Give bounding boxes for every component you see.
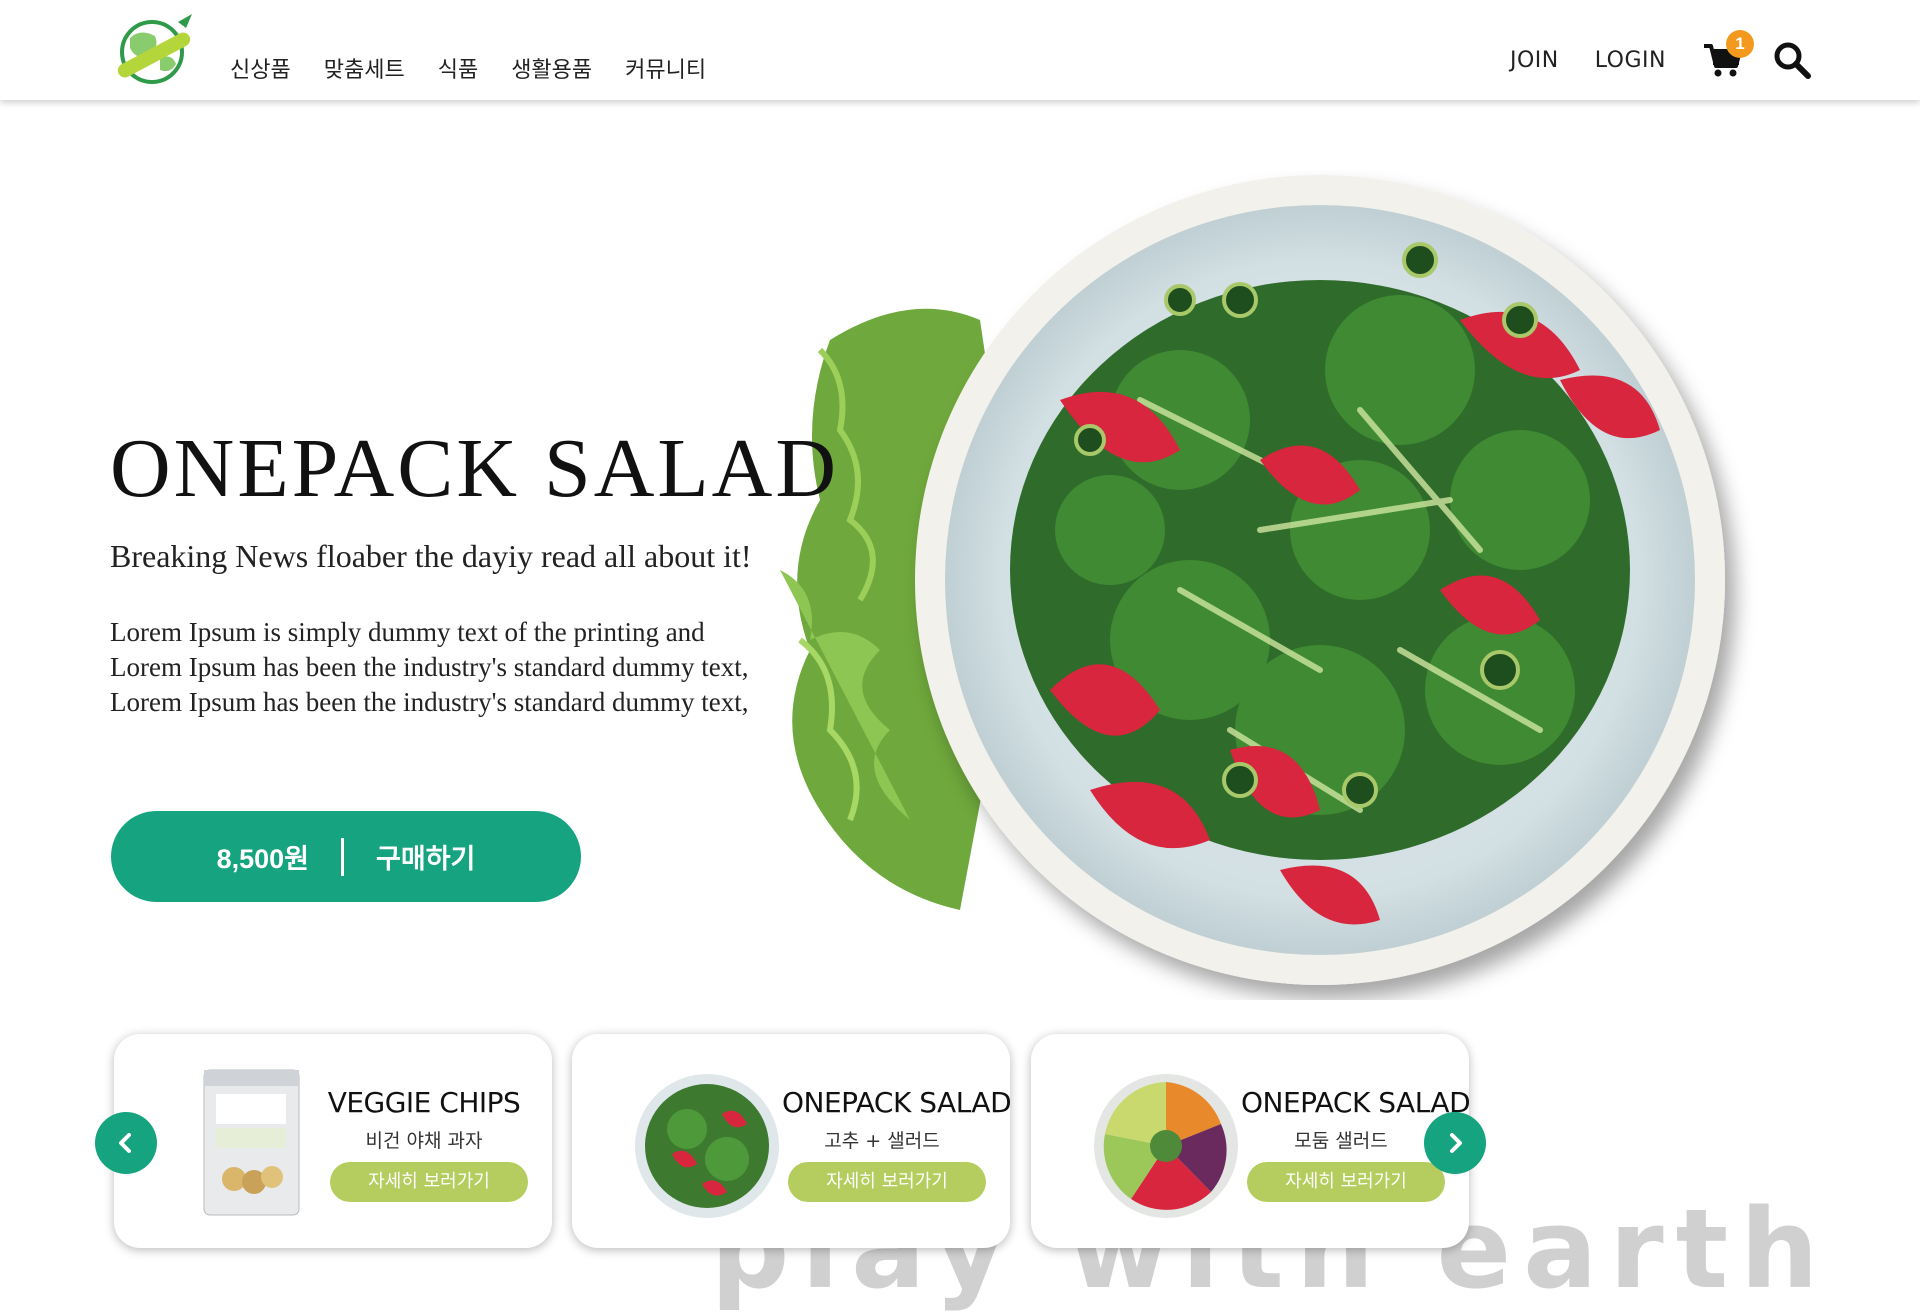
product-card-veggie-chips[interactable]: VEGGIE CHIPS 비건 야채 과자 자세히 보러가기	[114, 1034, 552, 1248]
card-title: ONEPACK SALAD	[782, 1086, 1010, 1119]
brand-logo[interactable]	[100, 8, 210, 88]
carousel-next-button[interactable]	[1424, 1112, 1486, 1174]
nav-custom-set[interactable]: 맞춤세트	[324, 52, 405, 84]
button-divider	[341, 837, 345, 876]
buy-button[interactable]: 8,500원 구매하기	[111, 811, 581, 902]
detail-button[interactable]: 자세히 보러가기	[1247, 1162, 1445, 1202]
hero-subtitle: Breaking News floaber the dayiy read all…	[110, 538, 752, 574]
card-subtitle: 모둠 샐러드	[1294, 1130, 1388, 1152]
nav-living[interactable]: 생활용품	[511, 52, 592, 84]
price-label: 8,500원	[216, 844, 310, 874]
nav-food[interactable]: 식품	[438, 52, 478, 84]
buy-label: 구매하기	[376, 844, 476, 874]
header-utilities: JOIN LOGIN 1	[1510, 30, 1812, 80]
chevron-left-icon	[119, 1133, 131, 1153]
card-subtitle: 고추 + 샐러드	[824, 1130, 940, 1152]
pepper-salad-image	[635, 1074, 779, 1218]
chevron-right-icon	[1450, 1133, 1462, 1153]
detail-button[interactable]: 자세히 보러가기	[788, 1162, 986, 1202]
search-icon[interactable]	[1772, 40, 1812, 80]
mixed-salad-image	[1094, 1074, 1238, 1218]
join-link[interactable]: JOIN	[1510, 48, 1559, 73]
veggie-chips-bag-image	[203, 1069, 300, 1216]
detail-button[interactable]: 자세히 보러가기	[330, 1162, 528, 1202]
card-title: ONEPACK SALAD	[1241, 1086, 1469, 1119]
carousel-prev-button[interactable]	[95, 1112, 157, 1174]
salad-plate-image	[780, 175, 1725, 985]
nav-community[interactable]: 커뮤니티	[625, 52, 706, 84]
hero-description: Lorem Ipsum is simply dummy text of the …	[110, 617, 749, 717]
cart-button[interactable]: 1	[1702, 30, 1754, 78]
login-link[interactable]: LOGIN	[1595, 48, 1666, 73]
nav-new-products[interactable]: 신상품	[230, 52, 291, 84]
product-card-onepack-salad-mixed[interactable]: ONEPACK SALAD 모둠 샐러드 자세히 보러가기	[1031, 1034, 1469, 1248]
card-subtitle: 비건 야채 과자	[365, 1130, 483, 1152]
product-card-onepack-salad-pepper[interactable]: ONEPACK SALAD 고추 + 샐러드 자세히 보러가기	[572, 1034, 1010, 1248]
main-nav: 신상품 맞춤세트 식품 생활용품 커뮤니티	[230, 52, 706, 84]
cart-count-badge: 1	[1726, 30, 1754, 58]
site-header: 신상품 맞춤세트 식품 생활용품 커뮤니티 JOIN LOGIN 1	[0, 0, 1920, 100]
card-title: VEGGIE CHIPS	[327, 1086, 521, 1119]
hero-title: ONEPACK SALAD	[110, 422, 840, 515]
